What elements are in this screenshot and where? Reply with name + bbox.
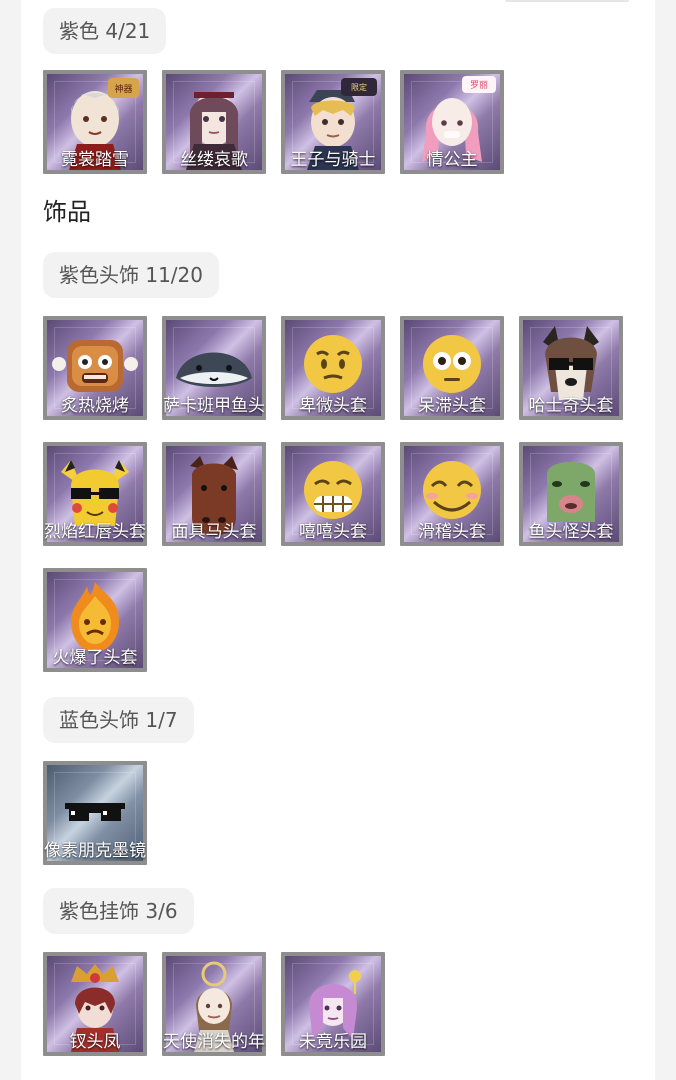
headwear-card-daizhi-toutao[interactable]: 呆滞头套 (400, 316, 504, 420)
item-label: 面具马头套 (171, 522, 257, 542)
item-label: 炙热烧烤 (61, 396, 129, 416)
pendant-card-tianshi-xiaoshi-de-nian[interactable]: 天使消失的年 (162, 952, 266, 1056)
headwear-card-huaji-toutao[interactable]: 滑稽头套 (400, 442, 504, 546)
item-label: 丝缕哀歌 (180, 150, 248, 170)
svg-text:限定: 限定 (351, 82, 367, 92)
purple-outfit-grid: 神器 霓裳踏雪 丝缕哀歌 限定 王子与骑士 罗丽 情公主 (43, 70, 505, 174)
item-label: 像素朋克墨镜 (44, 841, 146, 861)
headwear-card-sakabanjiayu[interactable]: 萨卡班甲鱼头 (162, 316, 266, 420)
headwear-card-zhire-shaokao[interactable]: 炙热烧烤 (43, 316, 147, 420)
headwear-card-yutouguai-toutao[interactable]: 鱼头怪头套 (519, 442, 623, 546)
item-label: 呆滞头套 (418, 396, 486, 416)
item-label: 未竟乐园 (299, 1032, 367, 1052)
purple-pendant-filter[interactable]: 紫色挂饰 3/6 (43, 888, 194, 934)
svg-text:神器: 神器 (114, 83, 132, 95)
item-label: 情公主 (426, 150, 478, 170)
headwear-card-huobaole-toutao[interactable]: 火爆了头套 (43, 568, 147, 672)
headwear-card-xiangsu-pengke-mojing[interactable]: 像素朋克墨镜 (43, 761, 147, 865)
headwear-card-hashiqi-toutao[interactable]: 哈士奇头套 (519, 316, 623, 420)
pendant-card-chaitoufeng[interactable]: 钗头凤 (43, 952, 147, 1056)
purple-headwear-grid: 炙热烧烤 萨卡班甲鱼头 卑微头套 呆滞头套 哈士奇头套 烈焰红唇头套 面具马头套… (43, 316, 624, 673)
outfit-card-qing-gongzhu[interactable]: 罗丽 情公主 (400, 70, 504, 174)
accessory-section-title: 饰品 (43, 198, 91, 226)
headwear-card-beiwei-toutao[interactable]: 卑微头套 (281, 316, 385, 420)
outfit-card-silv-aige[interactable]: 丝缕哀歌 (162, 70, 266, 174)
item-label: 王子与骑士 (290, 150, 376, 170)
purple-pendant-grid: 钗头凤 天使消失的年 未竟乐园 (43, 952, 386, 1056)
pendant-card-weijing-leyuan[interactable]: 未竟乐园 (281, 952, 385, 1056)
item-label: 嘻嘻头套 (299, 522, 367, 542)
headwear-card-xixi-toutao[interactable]: 嘻嘻头套 (281, 442, 385, 546)
purple-headwear-filter[interactable]: 紫色头饰 11/20 (43, 252, 219, 298)
item-label: 卑微头套 (299, 396, 367, 416)
item-label: 萨卡班甲鱼头 (163, 396, 265, 416)
item-label: 鱼头怪头套 (528, 522, 614, 542)
item-label: 钗头凤 (69, 1032, 121, 1052)
top-tab-edge[interactable] (505, 0, 629, 2)
svg-text:罗丽: 罗丽 (470, 80, 488, 91)
item-label: 天使消失的年 (163, 1032, 265, 1052)
headwear-card-mianju-matoutao[interactable]: 面具马头套 (162, 442, 266, 546)
purple-outfit-filter[interactable]: 紫色 4/21 (43, 8, 167, 54)
blue-headwear-filter[interactable]: 蓝色头饰 1/7 (43, 697, 194, 743)
blue-headwear-grid: 像素朋克墨镜 (43, 761, 147, 865)
outfit-card-nichang-taxue[interactable]: 神器 霓裳踏雪 (43, 70, 147, 174)
item-label: 火爆了头套 (52, 648, 138, 668)
item-label: 滑稽头套 (418, 522, 486, 542)
item-label: 烈焰红唇头套 (44, 522, 146, 542)
headwear-card-lieyan-hongchun-toutao[interactable]: 烈焰红唇头套 (43, 442, 147, 546)
outfit-card-prince-and-knight[interactable]: 限定 王子与骑士 (281, 70, 385, 174)
item-label: 哈士奇头套 (528, 396, 614, 416)
item-label: 霓裳踏雪 (61, 150, 129, 170)
